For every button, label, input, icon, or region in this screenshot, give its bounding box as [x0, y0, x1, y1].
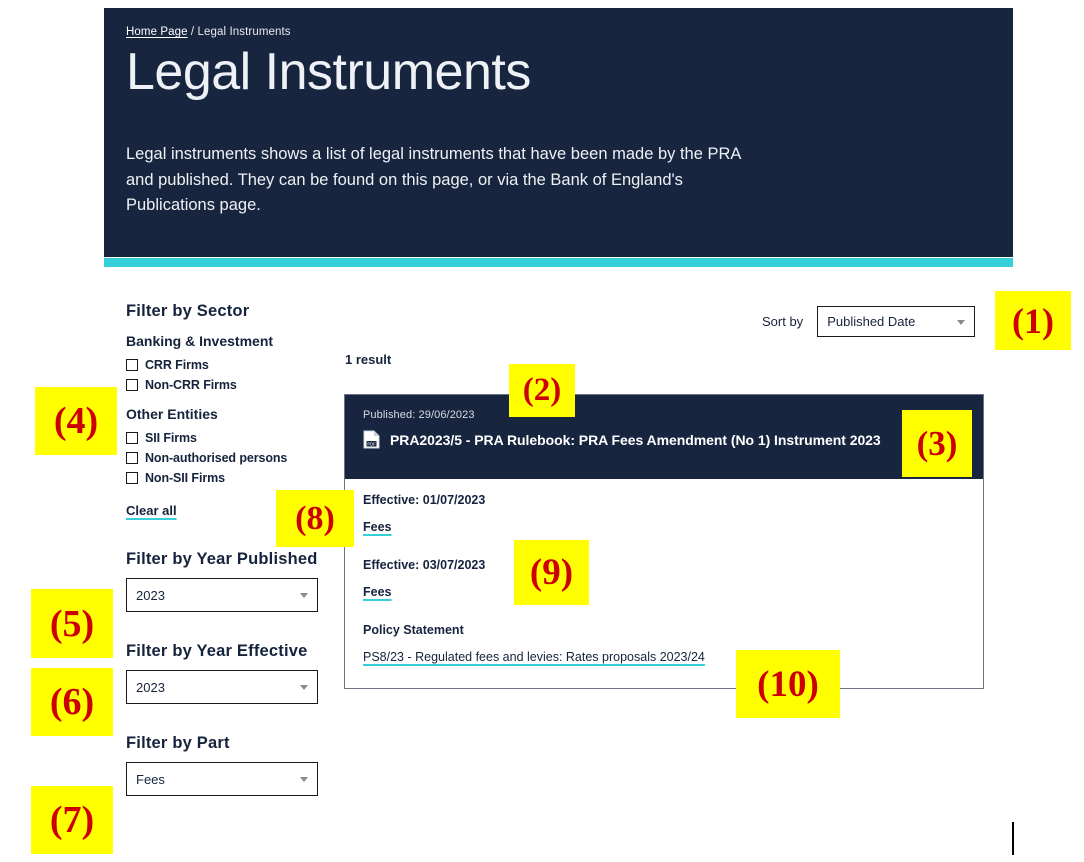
checkbox-label-sii-firms: SII Firms: [145, 431, 197, 445]
checkbox-label-non-authorised-persons: Non-authorised persons: [145, 451, 288, 465]
result-title-row[interactable]: PDF PRA2023/5 - PRA Rulebook: PRA Fees A…: [363, 430, 965, 449]
annotation-marker-4: (4): [35, 387, 117, 455]
filter-by-year-published-heading: Filter by Year Published: [126, 550, 318, 568]
annotation-marker-5: (5): [31, 589, 113, 658]
page-title: Legal Instruments: [126, 43, 531, 101]
annotation-marker-6: (6): [31, 668, 113, 736]
text-cursor-caret: [1012, 822, 1014, 855]
part-select[interactable]: Fees: [126, 762, 318, 796]
result-published-date: Published: 29/06/2023: [363, 409, 475, 421]
checkbox-non-sii-firms[interactable]: [126, 472, 138, 484]
checkbox-non-crr-firms[interactable]: [126, 379, 138, 391]
chevron-down-icon: [300, 593, 308, 598]
checkbox-row-non-crr-firms[interactable]: Non-CRR Firms: [126, 378, 336, 392]
checkbox-row-non-sii-firms[interactable]: Non-SII Firms: [126, 471, 336, 485]
effective-date-1: Effective: 01/07/2023: [363, 493, 486, 507]
svg-text:PDF: PDF: [367, 441, 376, 446]
filter-by-sector-section: Filter by Sector Banking & Investment CR…: [126, 302, 336, 520]
page-description: Legal instruments shows a list of legal …: [126, 145, 741, 215]
sort-by-control: Sort by Published Date: [762, 306, 976, 337]
filter-by-year-effective-heading: Filter by Year Effective: [126, 642, 308, 660]
year-published-select[interactable]: 2023: [126, 578, 318, 612]
checkbox-row-crr-firms[interactable]: CRR Firms: [126, 358, 336, 372]
year-effective-selected-value: 2023: [136, 679, 165, 695]
annotation-marker-7: (7): [31, 786, 113, 854]
clear-all-link[interactable]: Clear all: [126, 503, 177, 518]
sort-by-select[interactable]: Published Date: [817, 306, 976, 337]
annotation-marker-1: (1): [995, 291, 1071, 350]
breadcrumb-current: Legal Instruments: [197, 26, 291, 38]
page-hero: Home Page / Legal Instruments Legal Inst…: [104, 8, 1013, 258]
checkbox-non-authorised-persons[interactable]: [126, 452, 138, 464]
filter-by-part-section: Filter by Part Fees: [126, 734, 336, 796]
filters-sidebar: Filter by Sector Banking & Investment CR…: [126, 302, 336, 796]
breadcrumb: Home Page / Legal Instruments: [126, 26, 991, 38]
sector-group-banking-label: Banking & Investment: [126, 333, 274, 349]
chevron-down-icon: [957, 319, 966, 325]
checkbox-row-non-authorised-persons[interactable]: Non-authorised persons: [126, 451, 336, 465]
result-card: Published: 29/06/2023 PDF PRA2023/5 - PR…: [344, 394, 984, 689]
pdf-file-icon: PDF: [363, 430, 380, 449]
annotation-marker-8: (8): [276, 490, 354, 547]
year-published-selected-value: 2023: [136, 587, 165, 603]
chevron-down-icon: [300, 685, 308, 690]
sort-by-label: Sort by: [762, 314, 804, 329]
filter-by-year-published-section: Filter by Year Published 2023: [126, 550, 336, 612]
checkbox-crr-firms[interactable]: [126, 359, 138, 371]
annotation-marker-10: (10): [736, 650, 840, 718]
checkbox-label-non-sii-firms: Non-SII Firms: [145, 471, 225, 485]
result-card-header: Published: 29/06/2023 PDF PRA2023/5 - PR…: [345, 395, 983, 479]
annotation-marker-9: (9): [514, 540, 589, 605]
annotation-marker-3: (3): [902, 410, 972, 477]
breadcrumb-separator: /: [187, 26, 198, 38]
policy-statement-label: Policy Statement: [363, 623, 464, 637]
sector-group-other-entities-label: Other Entities: [126, 406, 218, 422]
effective-group-1: Effective: 01/07/2023 Fees: [363, 493, 965, 536]
effective-part-link-2[interactable]: Fees: [363, 585, 392, 599]
sort-by-selected-value: Published Date: [827, 314, 916, 329]
annotation-marker-2: (2): [509, 364, 575, 417]
filter-by-year-effective-section: Filter by Year Effective 2023: [126, 642, 336, 704]
breadcrumb-home-link[interactable]: Home Page: [126, 26, 188, 38]
effective-part-link-1[interactable]: Fees: [363, 520, 392, 534]
chevron-down-icon: [300, 777, 308, 782]
effective-group-2: Effective: 03/07/2023 Fees: [363, 558, 965, 601]
hero-accent-rule: [104, 258, 1013, 267]
checkbox-label-crr-firms: CRR Firms: [145, 358, 209, 372]
policy-statement-group: Policy Statement PS8/23 - Regulated fees…: [363, 623, 965, 666]
result-count: 1 result: [345, 352, 392, 367]
checkbox-row-sii-firms[interactable]: SII Firms: [126, 431, 336, 445]
checkbox-sii-firms[interactable]: [126, 432, 138, 444]
part-selected-value: Fees: [136, 771, 165, 787]
result-title-link[interactable]: PRA2023/5 - PRA Rulebook: PRA Fees Amend…: [390, 432, 881, 448]
checkbox-label-non-crr-firms: Non-CRR Firms: [145, 378, 237, 392]
result-card-body: Effective: 01/07/2023 Fees Effective: 03…: [345, 479, 983, 688]
effective-date-2: Effective: 03/07/2023: [363, 558, 486, 572]
policy-statement-link[interactable]: PS8/23 - Regulated fees and levies: Rate…: [363, 650, 705, 664]
filter-by-sector-heading: Filter by Sector: [126, 302, 250, 320]
filter-by-part-heading: Filter by Part: [126, 734, 230, 752]
year-effective-select[interactable]: 2023: [126, 670, 318, 704]
